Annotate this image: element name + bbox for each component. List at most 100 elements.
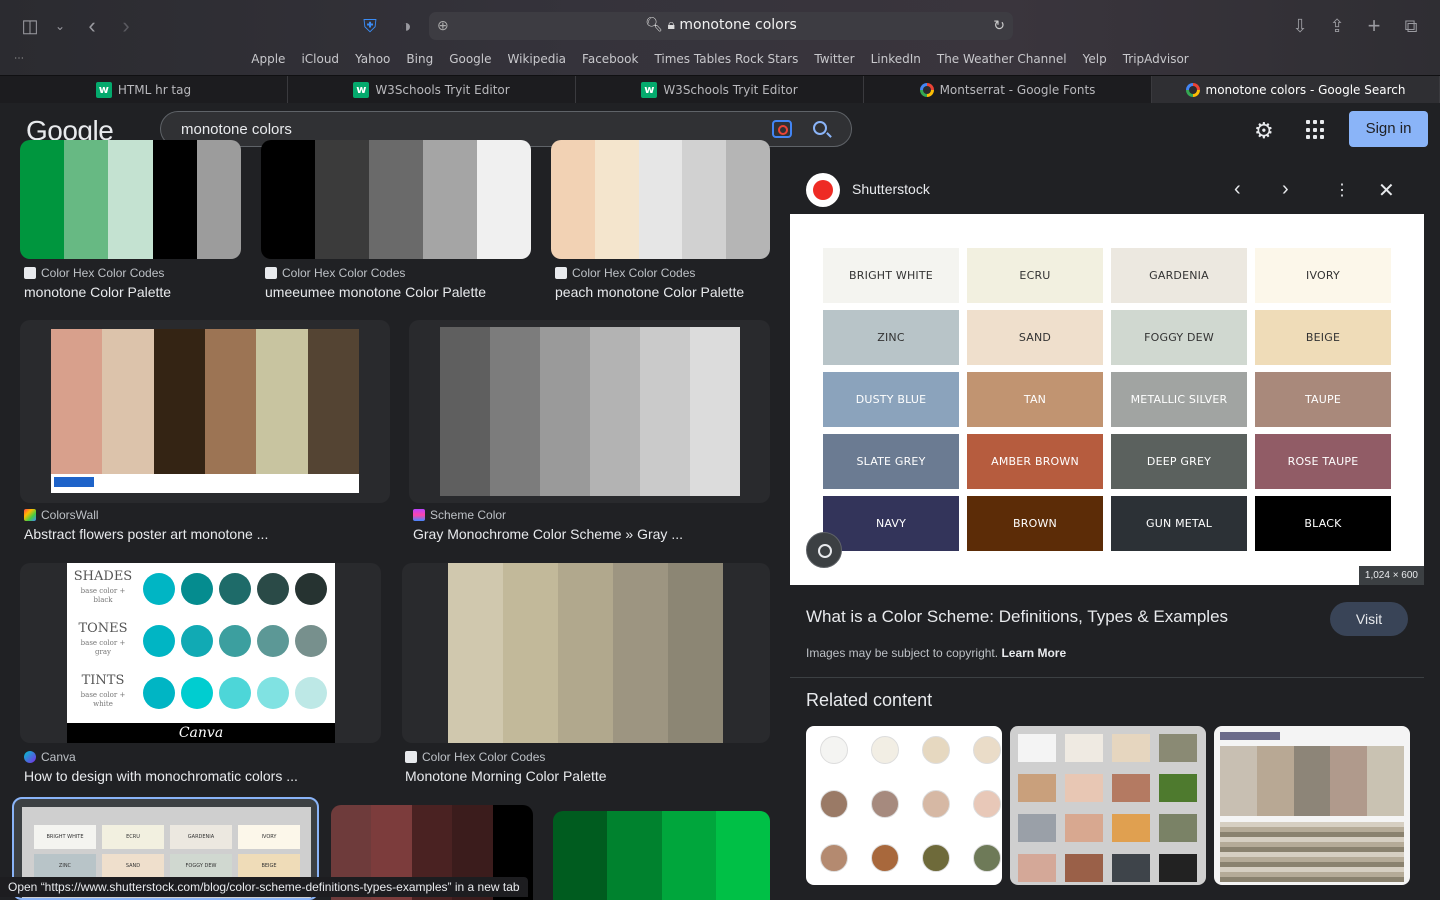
more-options-icon[interactable]: ⋮	[1334, 180, 1350, 200]
bookmark-yelp[interactable]: Yelp	[1083, 52, 1107, 70]
lens-search-icon[interactable]	[806, 532, 842, 568]
close-icon[interactable]: ✕	[1378, 178, 1395, 203]
result-source[interactable]: Color Hex Color Codes	[555, 266, 695, 280]
result-source[interactable]: Color Hex Color Codes	[24, 266, 164, 280]
result-title[interactable]: umeeumee monotone Color Palette	[265, 284, 486, 300]
bookmark-wikipedia[interactable]: Wikipedia	[508, 52, 567, 70]
canva-row-sub: base color + gray	[80, 639, 126, 656]
reload-icon[interactable]: ↻	[993, 17, 1005, 34]
result-image-4[interactable]	[20, 320, 390, 503]
bookmark-tripadvisor[interactable]: TripAdvisor	[1123, 52, 1189, 70]
result-title[interactable]: Monotone Morning Color Palette	[405, 768, 607, 784]
result-source[interactable]: Color Hex Color Codes	[265, 266, 405, 280]
tab-2[interactable]: w W3Schools Tryit Editor	[288, 76, 576, 104]
related-color-square	[1065, 734, 1103, 762]
gear-icon[interactable]: ⚙	[1254, 118, 1274, 144]
privacy-shield-icon[interactable]: ◑	[394, 14, 418, 38]
next-icon[interactable]: ›	[1282, 178, 1289, 201]
related-heading: Related content	[806, 690, 933, 710]
related-color-circle	[820, 790, 848, 818]
shield-extension-icon[interactable]: ⛨	[358, 14, 382, 38]
color-stripe	[558, 563, 613, 743]
color-stripe	[553, 811, 608, 900]
result-source[interactable]: Canva	[24, 750, 76, 764]
chevron-down-icon[interactable]: ⌄	[48, 14, 72, 38]
result-image-5[interactable]	[409, 320, 770, 503]
tab-overview-icon[interactable]: ⧉	[1399, 14, 1423, 38]
search-icon[interactable]	[813, 121, 827, 135]
related-item-3[interactable]	[1214, 726, 1410, 885]
bookmark-icloud[interactable]: iCloud	[301, 52, 339, 70]
bookmark-google[interactable]: Google	[449, 52, 491, 70]
result-title[interactable]: Abstract flowers poster art monotone ...	[24, 526, 268, 542]
tab-5[interactable]: monotone colors - Google Search	[1152, 76, 1440, 104]
site-favicon-icon	[24, 267, 36, 279]
related-item-2[interactable]	[1010, 726, 1206, 885]
bookmark-bing[interactable]: Bing	[406, 52, 433, 70]
result-source[interactable]: Scheme Color	[413, 508, 506, 522]
address-bar[interactable]: ⊕ 🔍︎ 🔒︎ monotone colors ↻	[429, 12, 1013, 40]
bookmark-times-tables-rock-stars[interactable]: Times Tables Rock Stars	[654, 52, 798, 70]
result-image-10[interactable]	[553, 811, 770, 900]
back-icon[interactable]: ‹	[80, 14, 104, 38]
canva-color-dot	[143, 625, 175, 657]
result-image-3[interactable]	[551, 140, 770, 259]
tab-3[interactable]: w W3Schools Tryit Editor	[576, 76, 864, 104]
preview-image[interactable]: BRIGHT WHITE ECRU GARDENIA IVORY ZINC SAND FOG…	[790, 214, 1424, 585]
forward-icon[interactable]: ›	[114, 14, 138, 38]
site-name[interactable]: Shutterstock	[852, 181, 930, 197]
result-image-7[interactable]	[402, 563, 770, 743]
related-color-square	[1159, 774, 1197, 802]
result-title[interactable]: How to design with monochromatic colors …	[24, 768, 298, 784]
bookmark-linkedin[interactable]: LinkedIn	[871, 52, 921, 70]
related-color-square	[1112, 814, 1150, 842]
share-icon[interactable]: ⇪	[1325, 14, 1349, 38]
bookmark-facebook[interactable]: Facebook	[582, 52, 638, 70]
related-color-square	[1159, 734, 1197, 762]
canva-color-dot	[143, 573, 175, 605]
related-color-square	[1065, 814, 1103, 842]
canva-color-dot	[181, 625, 213, 657]
result-source[interactable]: Color Hex Color Codes	[405, 750, 545, 764]
bookmark-apple[interactable]: Apple	[251, 52, 285, 70]
color-stripe	[196, 140, 241, 259]
copyright-notice: Images may be subject to copyright. Lear…	[806, 646, 1067, 660]
related-item-1[interactable]	[806, 726, 1002, 885]
color-stripe	[153, 329, 205, 474]
related-color-square	[1018, 734, 1056, 762]
new-tab-icon[interactable]: +	[1362, 14, 1386, 38]
tab-label: Montserrat - Google Fonts	[939, 83, 1096, 97]
color-stripe	[315, 140, 369, 259]
preview-title[interactable]: What is a Color Scheme: Definitions, Typ…	[806, 607, 1228, 627]
bookmark-twitter[interactable]: Twitter	[814, 52, 854, 70]
colorpalette-logo	[1220, 732, 1280, 740]
previous-icon[interactable]: ‹	[1234, 178, 1241, 201]
learn-more-link[interactable]: Learn More	[1001, 646, 1066, 660]
download-icon[interactable]: ⇩	[1288, 14, 1312, 38]
color-stripe	[490, 327, 540, 496]
canva-row-label: TONES	[78, 621, 128, 636]
camera-icon[interactable]	[772, 120, 792, 138]
bookmark-yahoo[interactable]: Yahoo	[355, 52, 390, 70]
w3schools-icon: w	[353, 82, 370, 98]
tab-4[interactable]: Montserrat - Google Fonts	[864, 76, 1152, 104]
apps-grid-icon[interactable]	[1306, 120, 1326, 140]
result-title[interactable]: Gray Monochrome Color Scheme » Gray ...	[413, 526, 683, 542]
sidebar-toggle-icon[interactable]: ◫	[18, 14, 42, 38]
result-image-6[interactable]: Canva SHADES base color + black TONES base …	[20, 563, 381, 743]
related-color-circle	[973, 844, 1001, 872]
bookmark-the-weather-channel[interactable]: The Weather Channel	[937, 52, 1067, 70]
result-image-2[interactable]	[261, 140, 531, 259]
result-image-1[interactable]	[20, 140, 241, 259]
result-title[interactable]: monotone Color Palette	[24, 284, 171, 300]
color-stripe	[551, 140, 595, 259]
result-title[interactable]: peach monotone Color Palette	[555, 284, 744, 300]
sign-in-button[interactable]: Sign in	[1349, 111, 1428, 147]
related-color-square	[1112, 854, 1150, 882]
result-source[interactable]: ColorsWall	[24, 508, 99, 522]
related-color-circle	[820, 736, 848, 764]
tab-1[interactable]: w HTML hr tag	[0, 76, 288, 104]
color-stripe	[594, 140, 639, 259]
color-stripe	[152, 140, 197, 259]
visit-button[interactable]: Visit	[1330, 602, 1408, 636]
